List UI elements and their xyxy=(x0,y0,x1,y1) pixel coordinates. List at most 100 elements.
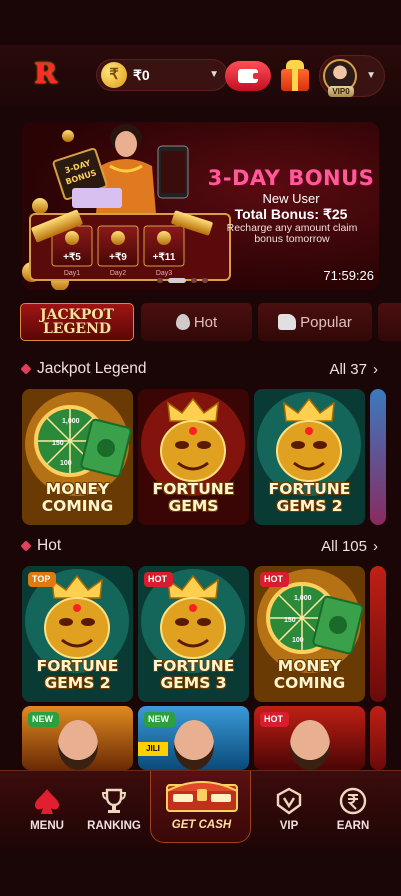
game-title-line2: GEMS 3 xyxy=(160,674,227,692)
nav-ranking[interactable]: RANKING xyxy=(79,771,149,851)
bonus-day-label: Day3 xyxy=(156,270,172,277)
banner-total-bonus: Total Bonus: ₹25 xyxy=(234,206,348,222)
carousel-dot[interactable] xyxy=(202,278,208,283)
nav-ranking-label: RANKING xyxy=(87,820,141,832)
game-card[interactable]: NEW JILI xyxy=(138,706,249,770)
tab-jackpot-legend[interactable]: JACKPOT LEGEND xyxy=(20,303,134,341)
game-character-icon xyxy=(174,720,214,770)
carousel-dot[interactable] xyxy=(191,278,197,283)
game-tag-badge: HOT xyxy=(260,712,289,727)
profile-button[interactable]: VIP0 ▼ xyxy=(319,55,385,97)
vip-shield-icon xyxy=(276,787,302,815)
game-character-icon xyxy=(290,720,330,770)
wheel-value: 1,000 xyxy=(62,418,80,425)
game-card-partial[interactable] xyxy=(370,566,386,702)
balance-amount: ₹0 xyxy=(133,66,150,83)
bonus-day-amount: +₹11 xyxy=(153,252,176,263)
app-logo[interactable]: R xyxy=(34,59,64,89)
coin-icon xyxy=(157,231,171,245)
wheel-value: 150 xyxy=(284,617,296,624)
bonus-day-amount: +₹5 xyxy=(63,252,81,263)
caret-down-icon: ▼ xyxy=(366,70,376,81)
game-card[interactable]: TOP FORTUNE GEMS 2 xyxy=(22,566,133,702)
rupee-coin-icon xyxy=(339,787,367,815)
coin-icon xyxy=(111,231,125,245)
tab-jackpot-label-line2: LEGEND xyxy=(42,321,112,337)
tab-hot-label: Hot xyxy=(193,313,218,331)
top-bar: R ₹ ₹0 ▼ VIP0 ▼ xyxy=(0,45,401,105)
wheel-value: 150 xyxy=(52,440,64,447)
game-card[interactable]: HOT xyxy=(254,706,365,770)
tab-jackpot-label: JACKPOT LEGEND xyxy=(40,308,114,336)
game-tag-badge: NEW xyxy=(144,712,175,727)
section-header-jackpot: Jackpot Legend All 37 › xyxy=(20,358,380,380)
nav-vip[interactable]: VIP xyxy=(254,771,324,851)
game-tag-badge: NEW xyxy=(28,712,59,727)
bonus-day-label: Day1 xyxy=(64,270,80,277)
carousel-dot[interactable] xyxy=(168,278,186,283)
banner-description: Recharge any amount claim bonus tomorrow xyxy=(226,222,358,245)
app-screen: R ₹ ₹0 ▼ VIP0 ▼ 3-DAY BONUS +₹5 Day1 +₹9… xyxy=(0,0,401,896)
bonus-day-amount: +₹9 xyxy=(109,252,127,263)
game-card[interactable]: 1,000 150 100 MONEY COMING xyxy=(22,389,133,525)
chevron-right-icon: › xyxy=(373,537,378,555)
game-card-partial[interactable] xyxy=(370,706,386,770)
game-card-partial[interactable] xyxy=(370,389,386,525)
game-card[interactable]: FORTUNE GEMS xyxy=(138,389,249,525)
promo-banner[interactable]: 3-DAY BONUS +₹5 Day1 +₹9 Day2 +₹11 Day3 3-DAY… xyxy=(22,122,379,290)
game-character-icon xyxy=(58,720,98,770)
banner-title: 3-DAY BONUS xyxy=(207,166,375,190)
section-title-hot: Hot xyxy=(37,537,62,554)
nav-get-cash[interactable]: GET CASH xyxy=(150,771,251,843)
carousel-dot[interactable] xyxy=(157,278,163,283)
game-card[interactable]: FORTUNE GEMS 2 xyxy=(254,389,365,525)
game-tag-badge: TOP xyxy=(28,572,57,587)
game-card[interactable]: HOT FORTUNE GEMS 3 xyxy=(138,566,249,702)
game-title-line2: GEMS 2 xyxy=(276,497,343,515)
jackpot-games-row: 1,000 150 100 MONEY COMING FORTUNE GEMS FORTUNE… xyxy=(22,389,401,527)
diamond-icon xyxy=(20,363,32,375)
game-card[interactable]: NEW xyxy=(22,706,133,770)
game-tag-badge: HOT xyxy=(260,572,289,587)
jili-sign: JILI xyxy=(138,742,168,756)
game-title-line2: GEMS xyxy=(168,497,219,515)
chevron-right-icon: › xyxy=(373,360,378,378)
nav-vip-label: VIP xyxy=(279,820,299,832)
nav-earn[interactable]: EARN xyxy=(318,771,388,851)
see-all-hot-label: All 105 xyxy=(321,537,367,555)
bottom-navigation: MENU RANKING GET CASH VIP EARN xyxy=(0,770,401,850)
treasure-chest-icon xyxy=(166,781,238,812)
game-card[interactable]: 1,000 150 100 HOT MONEY COMING xyxy=(254,566,365,702)
carousel-indicator[interactable] xyxy=(157,278,208,283)
hot-games-row: TOP FORTUNE GEMS 2 HOT FORTUNE GEMS 3 1,000 150… xyxy=(22,566,401,704)
see-all-jackpot-link[interactable]: All 37 › xyxy=(329,361,378,378)
bonus-day-label: Day2 xyxy=(110,270,126,277)
game-title-line1: FORTUNE xyxy=(152,480,235,498)
category-tabs: JACKPOT LEGEND Hot Popular xyxy=(20,303,401,341)
more-games-row: NEW NEW JILI HOT xyxy=(22,706,401,770)
gift-button[interactable] xyxy=(279,59,311,93)
section-header-hot: Hot All 105 › xyxy=(20,535,380,557)
balance-selector[interactable]: ₹ ₹0 ▼ xyxy=(96,59,228,91)
wheel-value: 1,000 xyxy=(294,595,312,602)
banner-illustration: 3-DAY BONUS +₹5Day1+₹9Day2+₹11Day3 xyxy=(22,124,231,290)
nav-earn-label: EARN xyxy=(336,820,370,832)
flame-icon xyxy=(175,314,190,330)
nav-menu[interactable]: MENU xyxy=(12,771,82,851)
game-title-line1: FORTUNE xyxy=(36,657,119,675)
wheel-value: 100 xyxy=(60,460,72,467)
game-tag-badge: HOT xyxy=(144,572,173,587)
see-all-jackpot-label: All 37 xyxy=(329,360,367,378)
vip-level-badge: VIP0 xyxy=(328,86,354,97)
wallet-button[interactable] xyxy=(225,61,271,91)
game-title-line2: COMING xyxy=(273,674,346,692)
tab-hot[interactable]: Hot xyxy=(141,303,252,341)
tab-popular[interactable]: Popular xyxy=(258,303,372,341)
diamond-icon xyxy=(20,540,32,552)
game-title-line1: MONEY xyxy=(45,480,110,498)
tab-popular-label: Popular xyxy=(300,313,352,331)
see-all-hot-link[interactable]: All 105 › xyxy=(321,538,378,555)
nav-get-cash-label: GET CASH xyxy=(171,819,232,831)
tab-more[interactable] xyxy=(378,303,401,341)
caret-down-icon: ▼ xyxy=(209,69,219,80)
